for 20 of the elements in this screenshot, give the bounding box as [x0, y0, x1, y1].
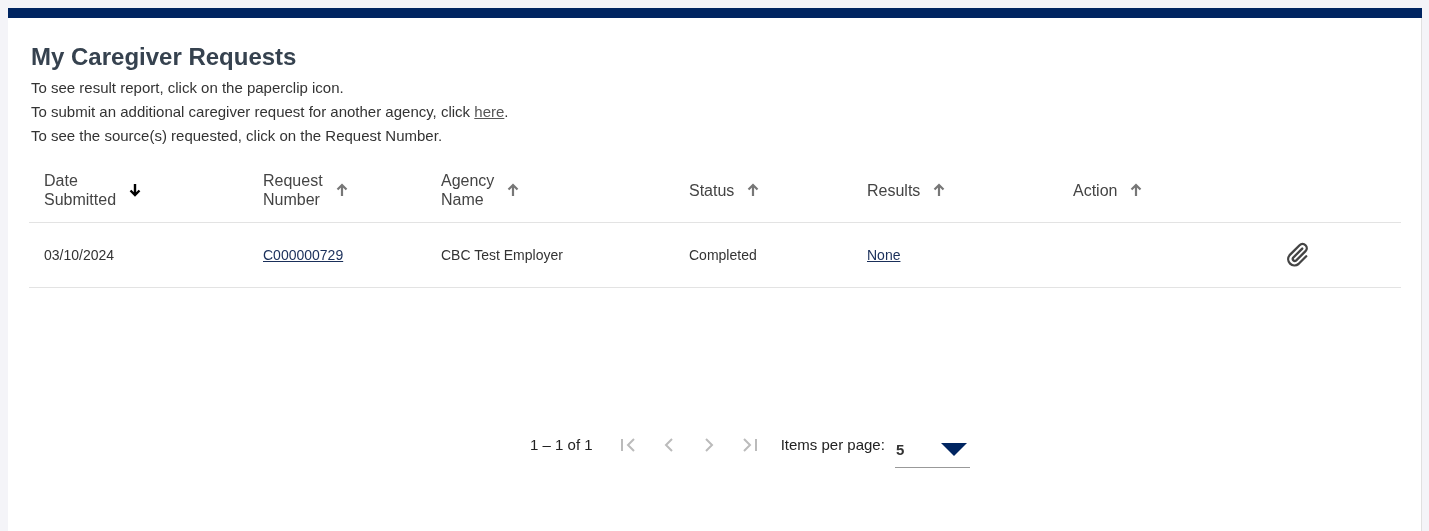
column-header[interactable]: Action: [1073, 180, 1118, 200]
page-size-select[interactable]: 5: [894, 434, 970, 468]
column-header[interactable]: Date Submitted: [44, 171, 117, 209]
items-per-page-label: Items per page:: [780, 434, 885, 455]
instruction-text: To see the source(s) requested, click on the Request Number.: [31, 126, 444, 146]
here-link[interactable]: here: [474, 103, 505, 120]
page-title: My Caregiver Requests: [31, 42, 298, 72]
caret-icon: [940, 443, 967, 457]
table-cell-text: CBC Test Employer: [441, 245, 564, 265]
column-header[interactable]: Status: [689, 180, 735, 200]
range-label: 1 – 1 of 1: [530, 434, 593, 455]
instruction-text: To see result report, click on the paperclip icon.: [31, 78, 345, 98]
table-cell-text: 03/10/2024: [44, 245, 116, 265]
table-cell-text: Completed: [689, 245, 758, 265]
column-header[interactable]: Request Number: [263, 171, 323, 209]
results-link[interactable]: None: [867, 246, 901, 263]
column-header[interactable]: Results: [867, 180, 921, 200]
request-number-link[interactable]: C000000729: [263, 246, 344, 263]
instruction-text: To submit an additional caregiver request for another agency, click here.: [31, 102, 510, 122]
column-header[interactable]: Agency Name: [441, 171, 495, 209]
